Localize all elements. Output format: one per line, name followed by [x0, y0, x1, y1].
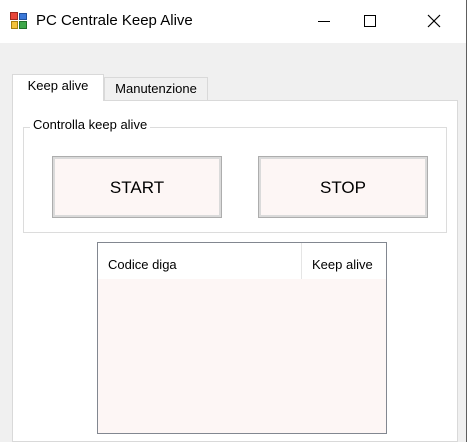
tab-manutenzione[interactable]: Manutenzione [104, 77, 208, 101]
app-icon [10, 12, 28, 30]
title-bar[interactable]: PC Centrale Keep Alive [0, 0, 466, 43]
list-header: Codice diga Keep alive [98, 243, 386, 279]
stop-button[interactable]: STOP [258, 156, 428, 218]
window-title: PC Centrale Keep Alive [36, 12, 193, 29]
close-icon [427, 14, 441, 28]
close-button[interactable] [412, 0, 458, 43]
maximize-button[interactable] [348, 0, 394, 43]
minimize-icon [318, 21, 330, 22]
column-header-codice-diga[interactable]: Codice diga [98, 243, 301, 279]
dam-list-view[interactable]: Codice diga Keep alive [97, 242, 387, 434]
minimize-button[interactable] [302, 0, 348, 43]
groupbox-legend: Controlla keep alive [30, 117, 151, 132]
start-button[interactable]: START [52, 156, 222, 218]
column-header-keep-alive[interactable]: Keep alive [301, 243, 386, 279]
main-window: PC Centrale Keep Alive Manutenzione Keep… [0, 0, 467, 442]
maximize-icon [364, 15, 376, 27]
tab-keep-alive[interactable]: Keep alive [12, 74, 104, 101]
